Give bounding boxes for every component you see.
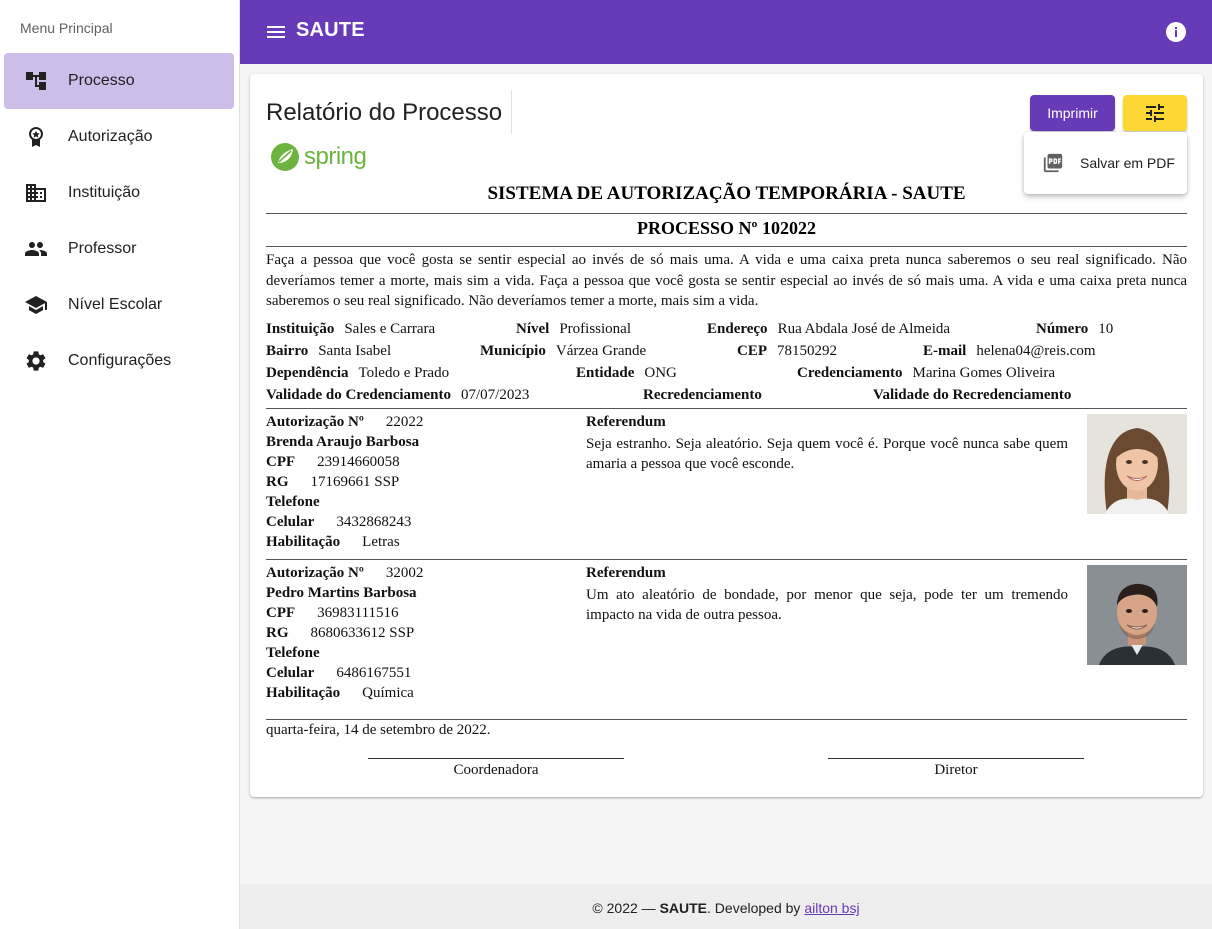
footer: © 2022 — SAUTE. Developed by ailton bsj [240,884,1212,929]
save-pdf-label: Salvar em PDF [1080,155,1175,171]
field-municipio: Município Várzea Grande [480,343,647,359]
signature-line [828,758,1084,759]
sidebar-item-label: Processo [68,72,135,89]
field-endereco: Endereço Rua Abdala José de Almeida [707,321,951,337]
sidebar-item-autorizacao[interactable]: Autorização [4,109,234,165]
settings-button[interactable] [1123,95,1187,131]
field-cep: CEP 78150292 [737,343,837,359]
signature-label-diretor: Diretor [934,762,978,778]
field-dependencia: Dependência Toledo e Prado [266,365,450,381]
sidebar-item-label: Professor [68,240,137,257]
field-recredenciamento: Recredenciamento [643,387,762,403]
print-button[interactable]: Imprimir [1030,95,1115,131]
sidebar-item-nivel-escolar[interactable]: Nível Escolar [4,277,234,333]
process-title: PROCESSO Nº 102022 [637,218,816,238]
teacher-photo [1087,414,1187,514]
pdf-icon [1043,153,1063,173]
field-nivel: Nível Profissional [516,321,631,337]
sidebar: Menu Principal Processo Autorização Inst… [0,0,240,929]
referendum-text: Seja estranho. Seja aleatório. Seja quem… [586,436,1068,472]
intro-paragraph: Faça a pessoa que você gosta se sentir e… [266,252,1187,309]
footer-copyright: © 2022 — [592,900,660,916]
save-pdf-menu-item[interactable]: Salvar em PDF [1024,132,1187,194]
field-email: E-mail helena04@reis.com [923,343,1096,359]
sidebar-item-label: Configurações [68,352,172,369]
footer-brand: SAUTE [659,900,708,916]
building-icon [26,184,46,202]
page-title: Relatório do Processo [266,99,503,126]
people-icon [25,242,47,256]
referendum-label: Referendum [586,414,666,430]
teacher-name: Pedro Martins Barbosa [266,585,417,601]
signature-line [368,758,624,759]
authorization-entry: Autorização Nº 32002 Pedro Martins Barbos… [266,565,1187,705]
field-credenciamento: Credenciamento Marina Gomes Oliveira [797,365,1056,381]
app-title: SAUTE [296,19,365,41]
field-validade-credenciamento: Validade do Credenciamento 07/07/2023 [266,387,530,403]
spring-leaf-icon [271,143,299,171]
author-link[interactable]: ailton bsj [804,900,859,916]
sidebar-item-label: Instituição [68,184,141,201]
field-instituicao: Instituição Sales e Carrara [266,321,436,337]
footer-developed-by: . Developed by [707,900,805,916]
account-tree-icon [26,72,46,90]
title-divider [511,90,512,134]
field-bairro: Bairro Santa Isabel [266,343,392,359]
field-numero: Número 10 [1036,321,1114,337]
spring-logo-text: spring [304,143,367,170]
sidebar-item-configuracoes[interactable]: Configurações [4,333,234,389]
gear-icon [26,351,46,371]
sidebar-item-instituicao[interactable]: Instituição [4,165,234,221]
divider [266,246,1187,247]
sidebar-item-professor[interactable]: Professor [4,221,234,277]
top-app-bar: SAUTE [240,0,1212,64]
divider [266,213,1187,214]
signature-label-coordenadora: Coordenadora [453,762,539,778]
field-validade-recredenciamento: Validade do Recredenciamento [873,387,1072,403]
report-card: Relatório do Processo Imprimir Salvar em… [250,74,1203,797]
field-entidade: Entidade ONG [576,365,677,381]
spring-logo: spring [270,140,367,174]
divider [266,559,1187,560]
referendum-text: Um ato aleatório de bondade, por menor q… [586,587,1068,623]
teacher-name: Brenda Araujo Barbosa [266,434,420,450]
hamburger-icon[interactable] [264,20,288,44]
referendum-label: Referendum [586,565,666,581]
school-cap-icon [25,296,47,314]
menu-heading: Menu Principal [20,20,113,36]
tune-icon [1146,103,1164,122]
info-icon[interactable] [1164,20,1188,44]
divider [266,408,1187,409]
divider [266,719,1187,720]
sidebar-item-label: Autorização [68,128,153,145]
badge-award-icon [29,127,43,147]
teacher-photo [1087,565,1187,665]
authorization-entry: Autorização Nº 22022 Brenda Araujo Barbos… [266,414,1187,554]
sidebar-item-processo[interactable]: Processo [4,53,234,109]
report-date: quarta-feira, 14 de setembro de 2022. [266,722,491,738]
export-menu: Salvar em PDF [1024,132,1187,194]
sidebar-item-label: Nível Escolar [68,296,163,313]
